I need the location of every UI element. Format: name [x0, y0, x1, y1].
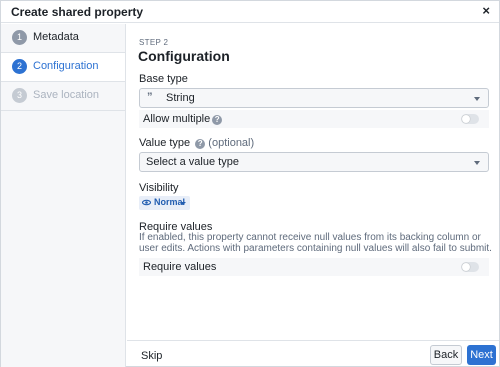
step-label: Configuration: [33, 60, 99, 72]
allow-multiple-label: Allow multiple?: [143, 113, 223, 125]
step-number: 3: [12, 88, 27, 103]
step-metadata[interactable]: 1 Metadata: [1, 24, 125, 52]
base-type-select[interactable]: ” String: [139, 88, 489, 108]
value-type-text: Value type: [139, 137, 191, 149]
main-panel: STEP 2 Configuration Base type ” String …: [127, 24, 499, 340]
toggle-knob: [462, 115, 470, 123]
allow-multiple-row: Allow multiple?: [139, 110, 489, 128]
step-save-location[interactable]: 3 Save location: [1, 82, 125, 110]
next-button[interactable]: Next: [467, 345, 496, 365]
optional-hint: (optional): [208, 137, 255, 149]
step-label: Metadata: [33, 31, 79, 43]
steps-sidebar: 1 Metadata 2 Configuration 3 Save locati…: [1, 24, 126, 367]
dialog-header: Create shared property ×: [1, 1, 499, 23]
dialog-title: Create shared property: [11, 5, 144, 19]
caret-down-icon: [180, 202, 186, 205]
step-indicator: STEP 2: [139, 38, 169, 47]
base-type-value: String: [166, 92, 195, 104]
require-values-row: Require values: [139, 258, 489, 276]
close-icon[interactable]: ×: [482, 4, 490, 18]
back-button[interactable]: Back: [430, 345, 462, 365]
toggle-knob: [462, 263, 470, 271]
skip-button[interactable]: Skip: [141, 350, 162, 362]
step-number: 2: [12, 59, 27, 74]
help-icon[interactable]: ?: [212, 115, 223, 125]
value-type-select[interactable]: Select a value type: [139, 152, 489, 172]
step-label: Save location: [33, 89, 100, 101]
page-title: Configuration: [138, 48, 230, 64]
allow-multiple-toggle[interactable]: [461, 114, 479, 124]
step-configuration[interactable]: 2 Configuration: [1, 53, 125, 81]
base-type-label: Base type: [139, 73, 188, 85]
eye-icon: [142, 199, 151, 206]
visibility-dropdown[interactable]: Normal: [139, 196, 190, 210]
help-icon[interactable]: ?: [195, 139, 206, 149]
divider: [1, 110, 125, 111]
require-values-toggle-label: Require values: [143, 261, 217, 273]
caret-down-icon: [474, 161, 480, 165]
value-type-label: Value type ? (optional): [139, 137, 254, 149]
step-number: 1: [12, 30, 27, 45]
require-values-description: If enabled, this property cannot receive…: [139, 232, 492, 254]
require-values-toggle[interactable]: [461, 262, 479, 272]
allow-multiple-text: Allow multiple: [143, 113, 211, 125]
create-shared-property-dialog: Create shared property × 1 Metadata 2 Co…: [0, 0, 500, 367]
visibility-label: Visibility: [139, 182, 179, 194]
value-type-placeholder: Select a value type: [146, 156, 239, 168]
dialog-footer: Skip Back Next: [127, 340, 499, 367]
caret-down-icon: [474, 97, 480, 101]
quote-icon: ”: [147, 91, 153, 103]
